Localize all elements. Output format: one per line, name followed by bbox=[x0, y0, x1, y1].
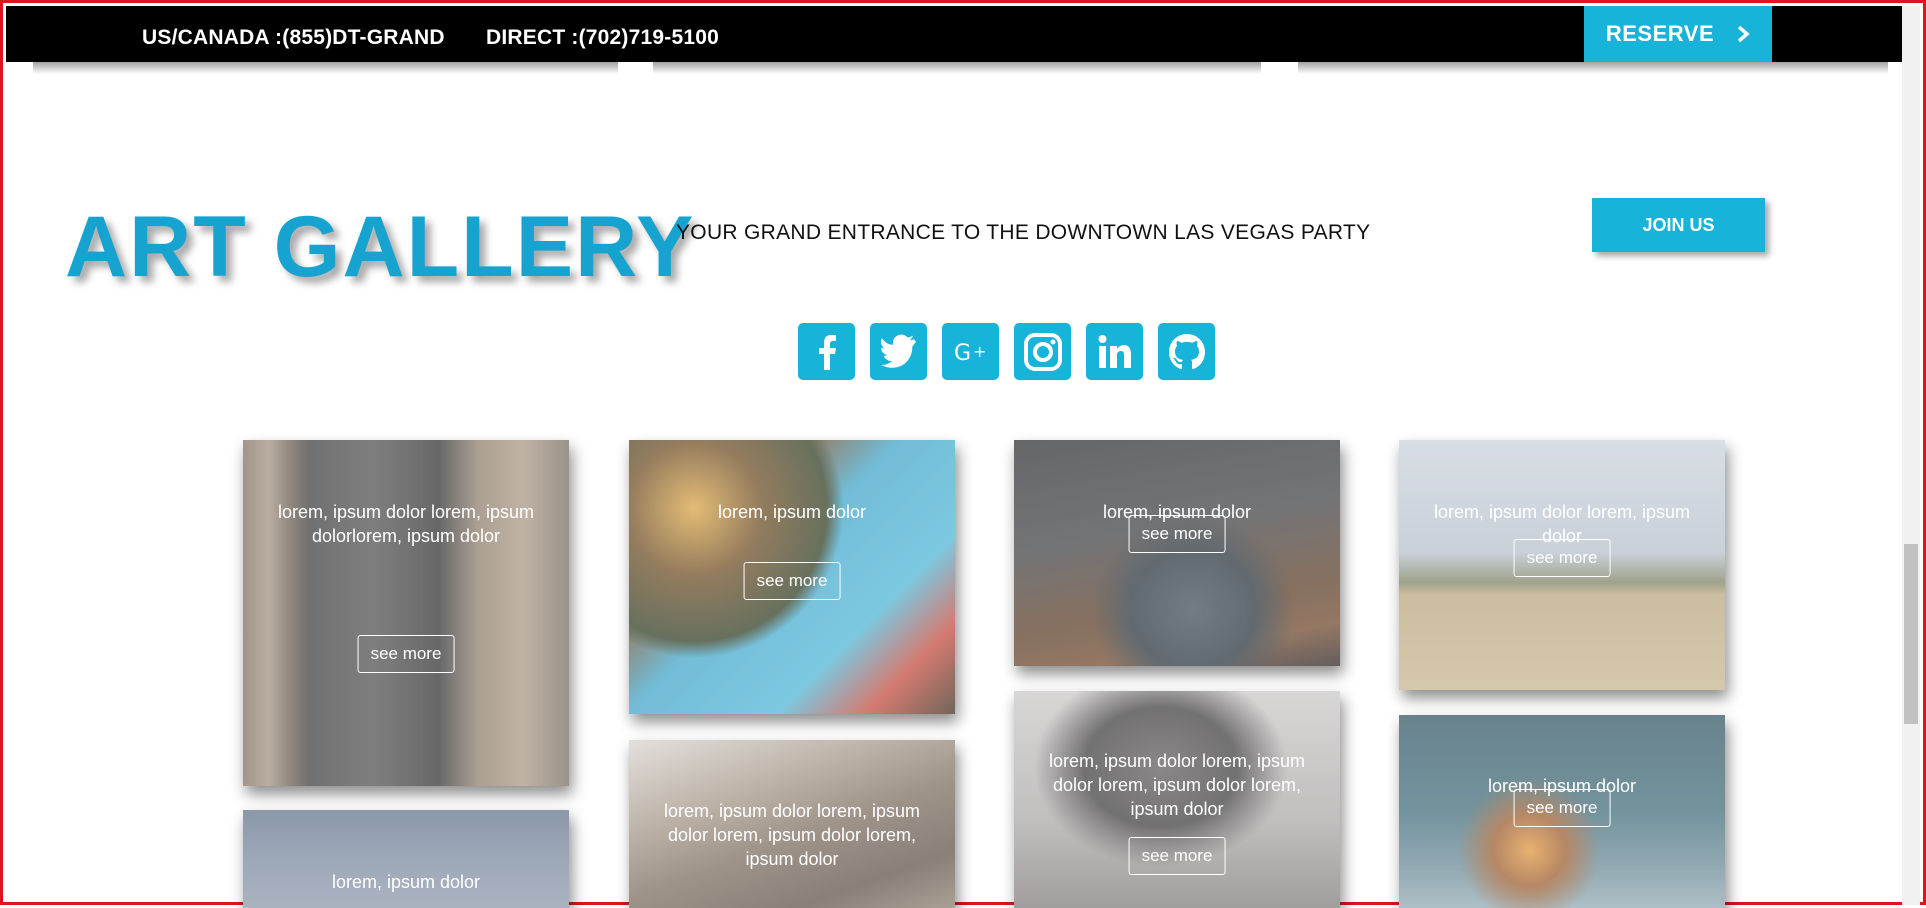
social-links: G + bbox=[798, 323, 1215, 380]
gallery-card[interactable]: lorem, ipsum dolor lorem, ipsum dolor lo… bbox=[1014, 691, 1340, 908]
card-caption: lorem, ipsum dolor bbox=[331, 872, 481, 892]
gallery-card[interactable]: lorem, ipsum dolor lorem, ipsum dolor se… bbox=[1399, 440, 1725, 690]
gallery-card[interactable]: lorem, ipsum dolor bbox=[243, 810, 569, 908]
card-caption: lorem, ipsum dolor lorem, ipsum dolor lo… bbox=[663, 801, 921, 869]
google-plus-link[interactable]: G + bbox=[942, 323, 999, 380]
instagram-link[interactable] bbox=[1014, 323, 1071, 380]
card-caption: lorem, ipsum dolor lorem, ipsum dolor lo… bbox=[1048, 751, 1306, 819]
svg-text:G: G bbox=[954, 341, 971, 366]
nav-shadow bbox=[1298, 62, 1888, 74]
gallery-card[interactable]: lorem, ipsum dolor lorem, ipsum dolorlor… bbox=[243, 440, 569, 786]
see-more-button[interactable]: see more bbox=[743, 562, 841, 600]
card-overlay bbox=[1014, 440, 1340, 666]
scrollbar-thumb[interactable] bbox=[1904, 544, 1918, 724]
nav-shadow bbox=[33, 62, 618, 74]
phone-direct[interactable]: DIRECT :(702)719-5100 bbox=[486, 26, 719, 50]
join-us-button[interactable]: JOIN US bbox=[1592, 198, 1765, 252]
see-more-button[interactable]: see more bbox=[1128, 837, 1226, 875]
linkedin-icon bbox=[1098, 334, 1131, 368]
instagram-icon bbox=[1023, 332, 1062, 371]
github-link[interactable] bbox=[1158, 323, 1215, 380]
reserve-button[interactable]: RESERVE bbox=[1584, 6, 1772, 62]
gallery-card[interactable]: lorem, ipsum dolor see more bbox=[629, 440, 955, 714]
card-caption: lorem, ipsum dolor lorem, ipsum dolorlor… bbox=[277, 502, 535, 546]
gallery-card[interactable]: lorem, ipsum dolor see more bbox=[1014, 440, 1340, 666]
facebook-link[interactable] bbox=[798, 323, 855, 380]
google-plus-icon: G + bbox=[954, 341, 986, 366]
svg-text:+: + bbox=[973, 342, 986, 361]
twitter-icon bbox=[880, 334, 916, 368]
card-caption: lorem, ipsum dolor bbox=[717, 502, 867, 522]
reserve-label: RESERVE bbox=[1605, 21, 1715, 46]
nav-shadow bbox=[653, 62, 1261, 74]
see-more-button[interactable]: see more bbox=[1128, 515, 1226, 553]
vertical-scrollbar[interactable] bbox=[1902, 6, 1920, 905]
see-more-button[interactable]: see more bbox=[1513, 789, 1611, 827]
card-overlay bbox=[243, 440, 569, 786]
github-icon bbox=[1168, 333, 1205, 369]
linkedin-link[interactable] bbox=[1086, 323, 1143, 380]
gallery-card[interactable]: lorem, ipsum dolor lorem, ipsum dolor lo… bbox=[629, 740, 955, 908]
facebook-icon bbox=[818, 334, 836, 370]
phone-us-canada[interactable]: US/CANADA :(855)DT-GRAND bbox=[142, 26, 445, 50]
twitter-link[interactable] bbox=[870, 323, 927, 380]
see-more-button[interactable]: see more bbox=[357, 635, 455, 673]
chevron-right-icon bbox=[1737, 25, 1750, 43]
tagline: YOUR GRAND ENTRANCE TO THE DOWNTOWN LAS … bbox=[676, 221, 1371, 244]
top-bar: US/CANADA :(855)DT-GRAND DIRECT :(702)71… bbox=[6, 6, 1906, 62]
page-title: ART GALLERY bbox=[65, 199, 696, 295]
see-more-button[interactable]: see more bbox=[1513, 539, 1611, 577]
gallery-card[interactable]: lorem, ipsum dolor see more bbox=[1399, 715, 1725, 908]
